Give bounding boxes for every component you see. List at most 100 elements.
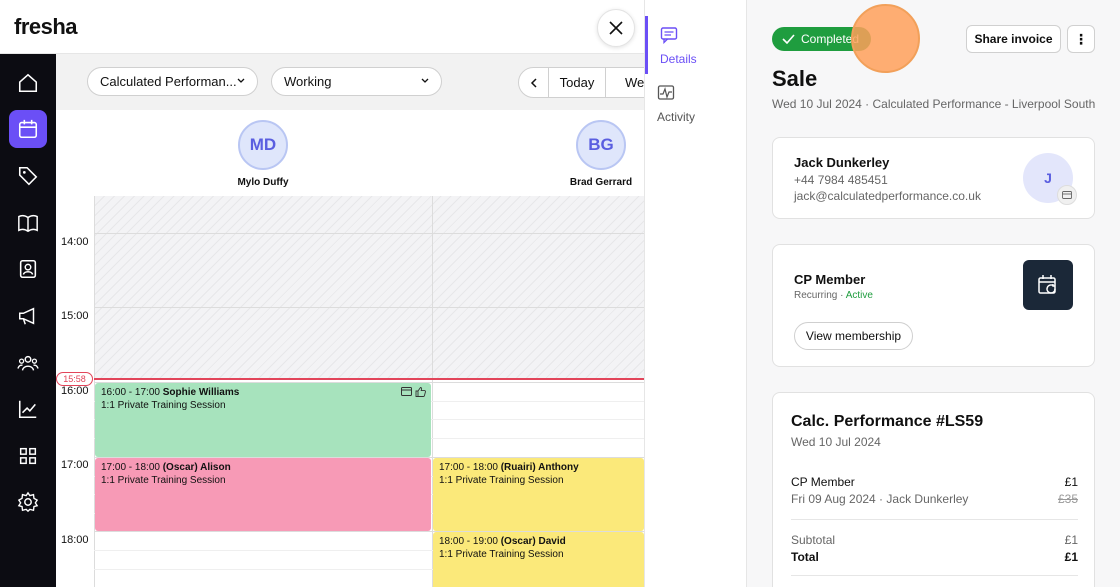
appointment-client: Sophie Williams: [162, 387, 240, 398]
item-price: £1: [1064, 475, 1078, 489]
tab-details[interactable]: Details: [645, 16, 747, 74]
item-subtitle: Fri 09 Aug 2024 · Jack Dunkerley: [791, 492, 969, 506]
appointment-client: (Oscar) Alison: [162, 462, 231, 473]
sale-subtitle: Wed 10 Jul 2024 · Calculated Performance…: [772, 97, 1096, 111]
gear-icon: [17, 491, 39, 513]
book-icon: [18, 214, 38, 233]
client-phone: +44 7984 485451: [794, 173, 888, 187]
time-grid: 14:00 15:00 16:00 17:00 18:00 15:58 16:0…: [56, 196, 644, 587]
settings-nav-button[interactable]: [9, 483, 47, 521]
check-icon: [782, 34, 795, 44]
avatar: MD: [238, 120, 288, 170]
marketing-nav-button[interactable]: [9, 297, 47, 335]
staff-column-header[interactable]: MD Mylo Duffy: [203, 110, 323, 188]
appointment-service: 1:1 Private Training Session: [101, 400, 226, 411]
client-name: Jack Dunkerley: [794, 155, 890, 170]
time-label: 18:00: [61, 534, 89, 546]
main-nav: [0, 54, 56, 587]
appointment-time: 17:00 - 18:00: [101, 462, 160, 473]
appointment-block[interactable]: 17:00 - 18:00 (Oscar) Alison 1:1 Private…: [95, 458, 431, 531]
subtotal-value: £1: [1064, 533, 1078, 547]
staff-column-header[interactable]: BG Brad Gerrard: [541, 110, 644, 188]
avatar-initial: J: [1044, 170, 1052, 186]
calendar-icon: [18, 119, 38, 139]
apps-nav-button[interactable]: [9, 437, 47, 475]
appointment-time: 17:00 - 18:00: [439, 462, 498, 473]
time-label: 17:00: [61, 459, 89, 471]
team-select[interactable]: Working: [271, 67, 442, 96]
total-row: Total £1: [791, 550, 1078, 564]
team-select-value: Working: [284, 74, 332, 89]
catalog-nav-button[interactable]: [9, 204, 47, 242]
page-title: Sale: [772, 66, 818, 91]
client-email: jack@calculatedperformance.co.uk: [794, 189, 981, 203]
grid-icon: [19, 447, 37, 465]
avatar: J: [1023, 153, 1077, 205]
invoice-date: Wed 10 Jul 2024: [791, 435, 881, 449]
total-label: Total: [791, 550, 819, 564]
click-highlight: [851, 4, 920, 73]
location-select[interactable]: Calculated Performan...: [87, 67, 258, 96]
team-icon: [17, 355, 39, 371]
today-button[interactable]: Today: [549, 68, 606, 97]
membership-name: CP Member: [794, 272, 866, 287]
tab-details-label: Details: [660, 52, 697, 66]
appointment-service: 1:1 Private Training Session: [439, 475, 564, 486]
close-icon: [609, 21, 623, 35]
view-membership-button[interactable]: View membership: [794, 322, 913, 350]
tag-icon: [18, 166, 38, 186]
time-column: 14:00 15:00 16:00 17:00 18:00: [56, 196, 94, 587]
home-icon: [18, 73, 38, 93]
invoice-card: Calc. Performance #LS59 Wed 10 Jul 2024 …: [772, 392, 1095, 587]
clients-nav-button[interactable]: [9, 250, 47, 288]
staff-header: MD Mylo Duffy BG Brad Gerrard: [56, 110, 644, 196]
date-navigation: Today Wee: [518, 67, 644, 98]
staff-name: Brad Gerrard: [569, 177, 633, 188]
home-nav-button[interactable]: [9, 64, 47, 102]
appointment-time: 16:00 - 17:00: [101, 387, 160, 398]
tab-activity[interactable]: Activity: [645, 74, 747, 132]
appointment-block[interactable]: 18:00 - 19:00 (Oscar) David 1:1 Private …: [433, 532, 644, 587]
chevron-left-icon: [530, 77, 537, 88]
current-time-line: [94, 378, 644, 380]
calendar-nav-button[interactable]: [9, 110, 47, 148]
appointment-client: (Oscar) David: [500, 536, 566, 547]
close-button[interactable]: [597, 9, 635, 47]
share-invoice-button[interactable]: Share invoice: [966, 25, 1061, 53]
divider: [791, 519, 1078, 520]
sale-side-tabs: Details Activity: [644, 0, 747, 587]
avatar: BG: [576, 120, 626, 170]
appointment-service: 1:1 Private Training Session: [439, 549, 564, 560]
sales-nav-button[interactable]: [9, 157, 47, 195]
blocked-time: [94, 196, 644, 380]
invoice-line-item[interactable]: CP Member £1: [791, 475, 1078, 489]
chevron-down-icon: [237, 78, 245, 83]
appointment-block[interactable]: 17:00 - 18:00 (Ruairi) Anthony 1:1 Priva…: [433, 458, 644, 531]
membership-card: CP Member Recurring · Active View member…: [772, 244, 1095, 367]
invoice-line-item-detail: Fri 09 Aug 2024 · Jack Dunkerley £35: [791, 492, 1078, 506]
client-card[interactable]: Jack Dunkerley +44 7984 485451 jack@calc…: [772, 137, 1095, 219]
membership-status: Active: [845, 290, 873, 301]
current-time-badge: 15:58: [56, 372, 93, 386]
team-nav-button[interactable]: [9, 344, 47, 382]
item-name: CP Member: [791, 475, 855, 489]
view-select[interactable]: Wee: [606, 68, 644, 97]
calendar-view: Calculated Performan... Working Today We…: [56, 54, 644, 587]
sale-detail-panel: Completed Share invoice ⋮ Sale Wed 10 Ju…: [747, 0, 1120, 587]
previous-button[interactable]: [519, 68, 549, 97]
calendar-filter-bar: Calculated Performan... Working Today We…: [56, 54, 644, 110]
contact-card-icon: [19, 259, 37, 279]
appointment-block[interactable]: 16:00 - 17:00 Sophie Williams 1:1 Privat…: [95, 383, 431, 457]
reports-nav-button[interactable]: [9, 390, 47, 428]
appointment-client: (Ruairi) Anthony: [500, 462, 579, 473]
membership-calendar-icon: [1023, 260, 1073, 310]
chevron-down-icon: [421, 78, 429, 83]
subtotal-row: Subtotal £1: [791, 533, 1078, 547]
fresha-logo[interactable]: fresha: [14, 14, 78, 40]
chart-line-icon: [18, 400, 37, 419]
more-options-button[interactable]: ⋮: [1067, 25, 1095, 53]
item-original-price: £35: [1057, 492, 1078, 506]
top-bar: fresha: [0, 0, 644, 54]
staff-name: Mylo Duffy: [237, 177, 289, 188]
megaphone-icon: [19, 307, 35, 325]
